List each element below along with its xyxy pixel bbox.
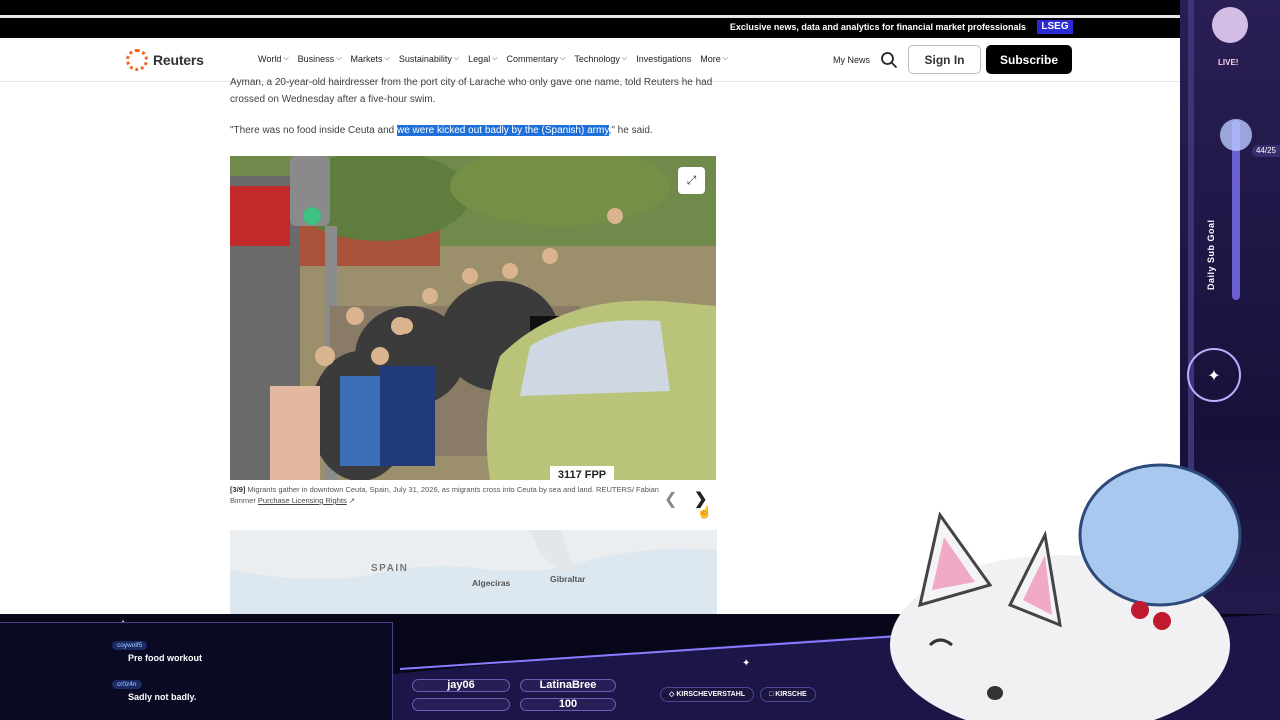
nav-label: Sustainability — [398, 54, 452, 64]
article-quote-paragraph: "There was no food inside Ceuta and we w… — [230, 122, 720, 139]
twitter-handle-text: KIRSCHEVERSTAHL — [676, 691, 746, 698]
lseg-logo[interactable]: LSEG — [1037, 20, 1073, 34]
banner-divider — [0, 15, 1180, 18]
nav-item-commentary[interactable]: Commentary ⌵ — [507, 54, 566, 64]
license-plate: 3117 FPP — [558, 469, 606, 480]
chat-username: cr0z4n — [112, 680, 142, 689]
chat-handle-text: KIRSCHE — [775, 691, 807, 698]
reuters-mark-icon — [126, 49, 148, 71]
svg-text:✦: ✦ — [1207, 366, 1220, 385]
chevron-down-icon: ⌵ — [560, 55, 566, 62]
nav-item-legal[interactable]: Legal ⌵ — [468, 54, 497, 64]
live-badge: LIVE! — [1218, 58, 1239, 67]
purchase-licensing-link[interactable]: Purchase Licensing Rights — [258, 496, 347, 505]
nav-label: Legal — [468, 54, 491, 64]
nav-item-world[interactable]: World ⌵ — [258, 54, 289, 64]
nav-label: Markets — [350, 54, 383, 64]
nav-item-technology[interactable]: Technology ⌵ — [574, 54, 627, 64]
hand-cursor-icon: ☝ — [697, 505, 712, 519]
screen: Exclusive news, data and analytics for f… — [0, 0, 1280, 720]
left-bar-name: jay06 — [412, 679, 510, 692]
article-paragraph: Ayman, a 20-year-old hairdresser from th… — [230, 77, 713, 105]
my-news-link[interactable]: My News — [833, 55, 870, 65]
sign-in-button[interactable]: Sign In — [908, 45, 981, 74]
expand-icon[interactable]: ⤢ — [678, 167, 705, 194]
nav-label: Investigations — [636, 54, 692, 64]
chevron-down-icon: ⌵ — [453, 55, 460, 62]
quote-end: ," he said. — [608, 125, 653, 136]
promo-text[interactable]: Exclusive news, data and analytics for f… — [730, 22, 1026, 32]
nav-label: Technology — [574, 54, 620, 64]
nav-label: World — [258, 54, 282, 64]
photo-caption: [3/9] Migrants gather in downtown Ceuta,… — [230, 484, 660, 506]
mascot-illustration — [890, 463, 1242, 720]
top-banner: Exclusive news, data and analytics for f… — [0, 0, 1280, 38]
left-bar-meter — [412, 698, 510, 711]
reuters-logo[interactable]: Reuters — [126, 49, 204, 71]
chat-box — [0, 622, 393, 720]
main-menu: World ⌵ Business ⌵ Markets ⌵ Sustainability… — [258, 54, 728, 64]
chevron-down-icon: ⌵ — [384, 55, 390, 62]
quote-start: "There was no food inside Ceuta and — [230, 125, 397, 136]
nav-label: Commentary — [506, 54, 559, 64]
sub-goal-count: 44/25 — [1252, 145, 1280, 157]
nav-item-more[interactable]: More ⌵ — [700, 54, 728, 64]
right-bar-name: LatinaBree — [520, 679, 616, 692]
migrants-photo-illustration: 3117 FPP — [230, 156, 716, 480]
location-map[interactable] — [230, 530, 717, 616]
selected-text[interactable]: we were kicked out badly by the (Spanish… — [397, 125, 609, 136]
caption-index: [3/9] — [230, 485, 246, 494]
chat-username: coywolf5 — [112, 641, 148, 650]
nav-item-markets[interactable]: Markets ⌵ — [351, 54, 390, 64]
gallery-prev-icon[interactable]: ❮ — [664, 489, 677, 509]
chevron-down-icon: ⌵ — [492, 55, 498, 62]
chevron-down-icon: ⌵ — [283, 55, 289, 62]
twitter-handle[interactable]: ◇ KIRSCHEVERSTAHL — [660, 687, 755, 702]
nav-label: More — [700, 54, 721, 64]
search-icon[interactable] — [880, 51, 898, 69]
chat-handle[interactable]: □ KIRSCHE — [760, 687, 816, 702]
chevron-down-icon: ⌵ — [621, 55, 628, 62]
map-label-spain: SPAIN — [371, 563, 409, 574]
subscribe-button[interactable]: Subscribe — [986, 45, 1072, 74]
svg-text:✦: ✦ — [742, 658, 750, 669]
nav-label: Business — [297, 54, 335, 64]
gallery-photo[interactable]: 3117 FPP — [230, 156, 716, 480]
logo-text: Reuters — [153, 52, 204, 68]
chevron-down-icon: ⌵ — [336, 55, 342, 62]
map-land-illustration — [230, 530, 717, 579]
nav-item-business[interactable]: Business ⌵ — [298, 54, 342, 64]
nav-item-investigations[interactable]: Investigations — [636, 54, 691, 64]
chat-message: Sadly not badly. — [128, 692, 197, 702]
external-link-icon: ↗ — [348, 496, 356, 505]
chevron-down-icon: ⌵ — [722, 55, 729, 62]
map-label-gibraltar: Gibraltar — [550, 574, 586, 584]
chat-message: Pre food workout — [128, 653, 202, 663]
map-label-algeciras: Algeciras — [472, 578, 511, 588]
daily-sub-goal-label: Daily Sub Goal — [1206, 219, 1216, 290]
right-bar-value: 100 — [520, 698, 616, 711]
nav-item-sustainability[interactable]: Sustainability ⌵ — [399, 54, 459, 64]
